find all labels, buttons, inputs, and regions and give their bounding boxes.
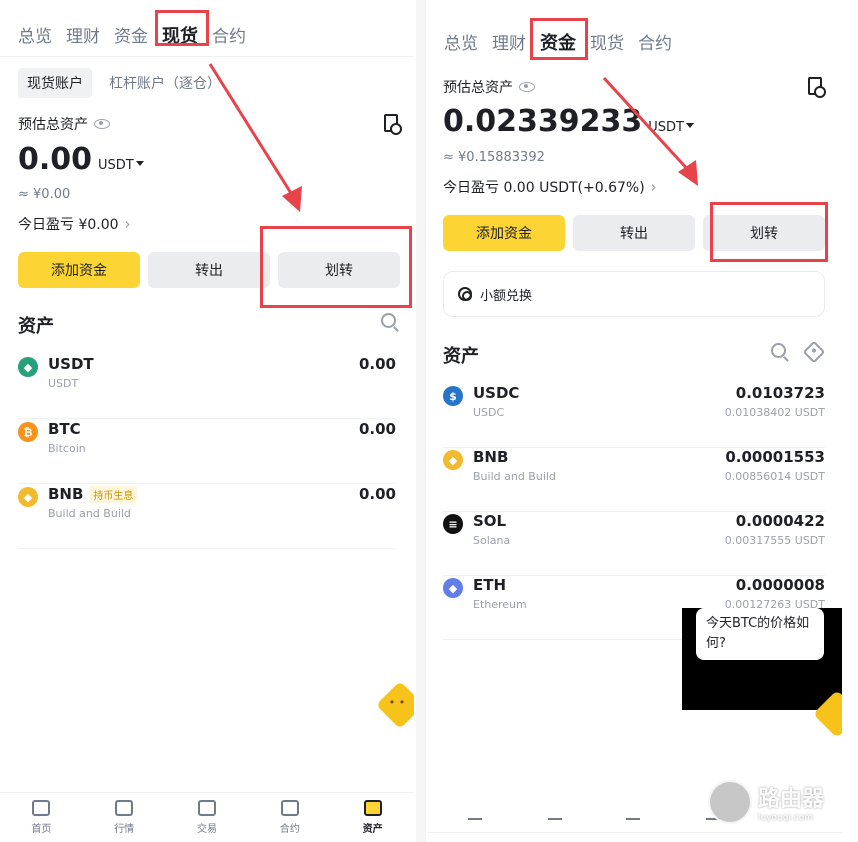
annotation-arrow-left: [208, 63, 302, 212]
router-logo-icon: [707, 780, 752, 824]
asset-row-sol[interactable]: ≡ SOL Solana 0.0000422 0.00317555 USDT: [443, 512, 825, 576]
trade-icon[interactable]: [626, 818, 640, 824]
home-icon: [32, 800, 51, 816]
watermark: 路由器 luyouqi.com: [707, 780, 824, 824]
asset-value: 0.00001553: [725, 448, 825, 466]
asset-value: 0.00: [358, 420, 396, 438]
usdt-coin-icon: ◆: [18, 357, 38, 377]
search-icon[interactable]: [771, 343, 786, 358]
bottom-nav-divider: [428, 832, 842, 833]
home-icon[interactable]: [468, 818, 482, 824]
asset-name: Bitcoin: [48, 442, 86, 455]
deposit-button[interactable]: 添加资金: [443, 215, 565, 251]
asset-symbol: SOL: [473, 512, 507, 530]
sol-coin-icon: ≡: [443, 514, 463, 534]
watermark-text: 路由器: [757, 787, 824, 812]
assistant-face-icon: • •: [388, 696, 406, 709]
nav-assets[interactable]: 资产: [343, 800, 403, 835]
asset-value: 0.00: [358, 355, 396, 373]
asset-row-btc[interactable]: ₿ BTC Bitcoin 0.00: [18, 420, 396, 484]
markets-icon: [115, 800, 134, 816]
asset-value: 0.00: [358, 485, 396, 503]
asset-symbol: BTC: [48, 420, 81, 438]
nav-home[interactable]: 首页: [11, 800, 71, 835]
asset-symbol: BNB 持币生息: [48, 485, 138, 503]
asset-name: Build and Build: [473, 470, 556, 483]
withdraw-button[interactable]: 转出: [573, 215, 695, 251]
withdraw-button[interactable]: 转出: [148, 252, 270, 288]
wallet-icon: [363, 800, 382, 816]
bnb-coin-icon: ◆: [18, 487, 38, 507]
asset-name: Ethereum: [473, 598, 527, 611]
spot-account-screen: 总览 理财 资金 现货 合约 现货账户 杠杆账户（逐仓） 预估总资产 0.00 …: [0, 0, 414, 842]
funding-account-screen: 总览 理财 资金 现货 合约 预估总资产 0.02339233 USDT ≈ ¥…: [428, 0, 842, 842]
asset-row-usdc[interactable]: $ USDC USDC 0.0103723 0.01038402 USDT: [443, 384, 825, 448]
convert-icon: [458, 287, 472, 301]
assets-title: 资产: [18, 316, 54, 337]
asset-symbol: USDT: [48, 355, 94, 373]
markets-icon[interactable]: [548, 818, 562, 824]
asset-row-bnb[interactable]: ◆ BNB 持币生息 Build and Build 0.00: [18, 485, 396, 549]
asset-symbol: ETH: [473, 576, 507, 594]
asset-usdt-value: 0.00317555 USDT: [724, 534, 825, 547]
asset-name: Build and Build: [48, 507, 131, 520]
asset-name: USDT: [48, 377, 79, 390]
eth-coin-icon: ◆: [443, 578, 463, 598]
chat-overlay: 今天BTC的价格如何?: [682, 608, 842, 710]
futures-icon: [280, 800, 299, 816]
asset-name: USDC: [473, 406, 505, 419]
assets-title: 资产: [443, 346, 479, 367]
nav-trade[interactable]: 交易: [177, 800, 237, 835]
asset-symbol: BNB: [473, 448, 509, 466]
bottom-nav: 首页 行情 交易 合约 资产: [0, 792, 414, 842]
asset-value: 0.0000008: [735, 576, 825, 594]
annotation-arrow-right: [602, 76, 698, 186]
trade-icon: [197, 800, 216, 816]
nav-futures[interactable]: 合约: [260, 800, 320, 835]
highlight-box-transfer: [710, 202, 828, 262]
asset-usdt-value: 0.01038402 USDT: [724, 406, 825, 419]
earn-badge[interactable]: 持币生息: [89, 485, 138, 503]
deposit-button[interactable]: 添加资金: [18, 252, 140, 288]
asset-symbol: USDC: [473, 384, 520, 402]
settings-icon[interactable]: [802, 340, 826, 364]
bnb-coin-icon: ◆: [443, 450, 463, 470]
btc-coin-icon: ₿: [18, 422, 38, 442]
asset-row-usdt[interactable]: ◆ USDT USDT 0.00: [18, 355, 396, 419]
usdc-coin-icon: $: [443, 386, 463, 406]
asset-name: Solana: [473, 534, 511, 547]
asset-row-bnb[interactable]: ◆ BNB Build and Build 0.00001553 0.00856…: [443, 448, 825, 512]
panel-divider: [416, 0, 426, 842]
chat-bubble[interactable]: 今天BTC的价格如何?: [696, 608, 824, 660]
nav-markets[interactable]: 行情: [94, 800, 154, 835]
small-exchange-button[interactable]: 小额兑换: [443, 271, 825, 317]
watermark-url: luyouqi.com: [757, 813, 814, 823]
search-icon[interactable]: [381, 313, 396, 328]
asset-usdt-value: 0.00856014 USDT: [724, 470, 825, 483]
asset-value: 0.0000422: [735, 512, 825, 530]
asset-value: 0.0103723: [735, 384, 825, 402]
